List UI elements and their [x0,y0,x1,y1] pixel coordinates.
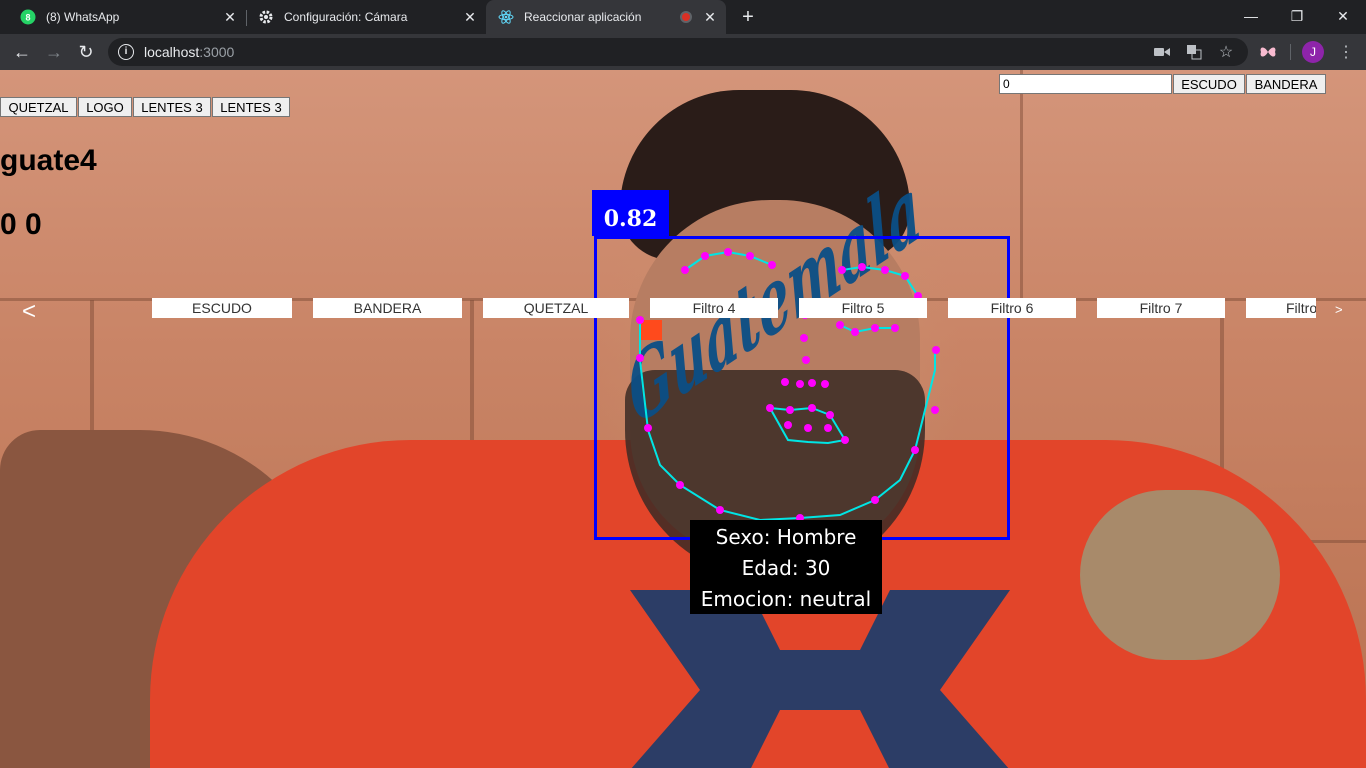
translate-icon[interactable] [1184,42,1204,62]
window-close-icon[interactable]: ✕ [1320,0,1366,32]
close-icon[interactable]: ✕ [220,9,240,26]
url-text: localhost:3000 [144,44,235,60]
tab-react-app[interactable]: Reaccionar aplicación ✕ [486,0,726,34]
address-bar[interactable]: i localhost:3000 ☆ [108,38,1248,66]
tab-camera-settings[interactable]: Configuración: Cámara ✕ [248,0,486,34]
page-viewport: QUETZAL LOGO LENTES 3 LENTES 3 ESCUDO BA… [0,70,1366,768]
confidence-score: 0.82 [592,190,669,236]
age-label: Edad: 30 [741,556,831,580]
camera-icon[interactable] [1152,42,1172,62]
menu-kebab-icon[interactable]: ⋮ [1336,42,1356,62]
gear-icon [258,9,274,25]
reload-icon[interactable]: ↻ [74,40,98,64]
star-icon[interactable]: ☆ [1216,42,1236,62]
emotion-label: Emocion: neutral [700,587,872,611]
recording-indicator-icon [680,11,692,23]
carousel-prev-button[interactable]: < [22,298,36,326]
profile-avatar[interactable]: J [1302,41,1324,63]
carousel-item-filtro-7[interactable]: Filtro 7 [1097,298,1225,318]
new-tab-button[interactable]: + [736,6,760,28]
tab-title: (8) WhatsApp [46,10,120,24]
react-icon [498,9,514,25]
extension-butterfly-icon[interactable] [1258,42,1278,62]
close-icon[interactable]: ✕ [700,9,720,26]
face-attributes-box: Sexo: Hombre Edad: 30 Emocion: neutral [690,520,882,614]
restore-icon[interactable]: ❐ [1274,0,1320,32]
carousel-item-filtro-4[interactable]: Filtro 4 [650,298,778,318]
browser-tab-bar: 8 (8) WhatsApp ✕ Configuración: Cámara ✕… [0,0,1366,34]
face-detection-box [594,236,1010,540]
toolbar-divider [1290,44,1291,60]
forward-arrow-icon[interactable]: → [42,40,66,64]
close-icon[interactable]: ✕ [460,9,480,26]
svg-text:8: 8 [25,13,30,23]
carousel-item-filtro-8[interactable]: Filtro [1246,298,1316,318]
carousel-item-bandera[interactable]: BANDERA [313,298,462,318]
whatsapp-icon: 8 [20,9,36,25]
tab-whatsapp[interactable]: 8 (8) WhatsApp ✕ [0,0,246,34]
tab-separator [246,10,247,26]
carousel-next-button[interactable]: > [1335,302,1343,317]
tab-title: Configuración: Cámara [284,10,408,24]
carousel-item-filtro-5[interactable]: Filtro 5 [799,298,927,318]
tab-title: Reaccionar aplicación [524,10,642,24]
sex-label: Sexo: Hombre [715,525,857,549]
browser-toolbar: ← → ↻ i localhost:3000 ☆ J ⋮ [0,34,1366,70]
back-arrow-icon[interactable]: ← [10,40,34,64]
info-icon[interactable]: i [118,44,134,60]
carousel-item-escudo[interactable]: ESCUDO [152,298,292,318]
minimize-icon[interactable]: — [1228,0,1274,32]
carousel-item-quetzal[interactable]: QUETZAL [483,298,629,318]
carousel-item-filtro-6[interactable]: Filtro 6 [948,298,1076,318]
